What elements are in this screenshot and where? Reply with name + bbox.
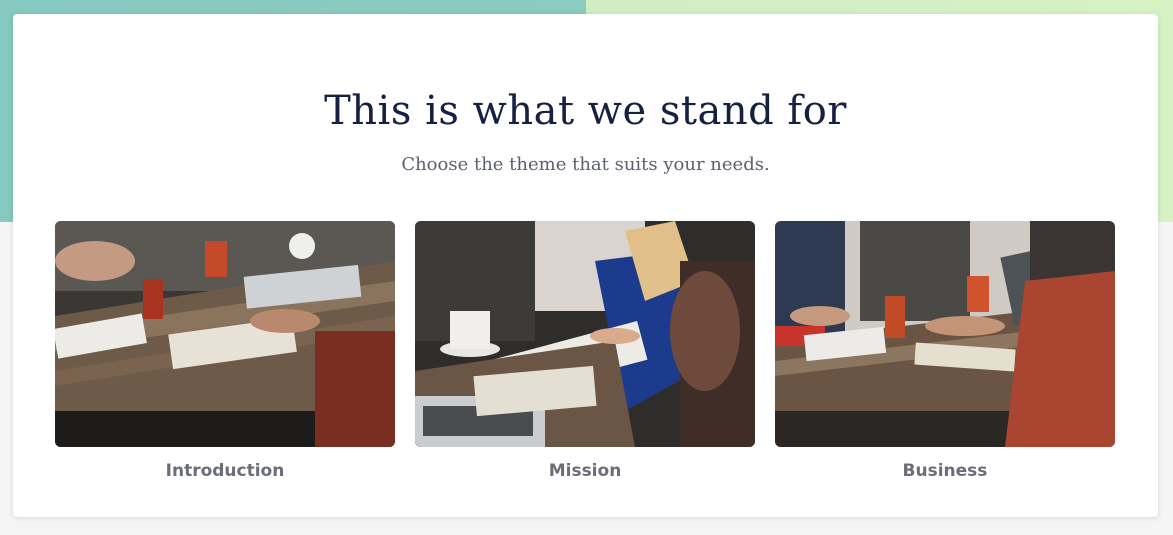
section-title: This is what we stand for <box>324 88 847 134</box>
tile-label[interactable]: Introduction <box>55 461 395 481</box>
meeting-table-photo[interactable] <box>55 221 395 447</box>
section-subtitle: Choose the theme that suits your needs. <box>401 154 770 175</box>
theme-tile-business[interactable]: Business <box>775 221 1115 481</box>
theme-tiles: Introduction Mission Business <box>55 221 1116 481</box>
team-laptop-photo[interactable] <box>775 221 1115 447</box>
tile-label[interactable]: Mission <box>415 461 755 481</box>
theme-tile-introduction[interactable]: Introduction <box>55 221 395 481</box>
themes-card: This is what we stand for Choose the the… <box>13 14 1158 517</box>
notebook-writing-photo[interactable] <box>415 221 755 447</box>
tile-label[interactable]: Business <box>775 461 1115 481</box>
theme-tile-mission[interactable]: Mission <box>415 221 755 481</box>
